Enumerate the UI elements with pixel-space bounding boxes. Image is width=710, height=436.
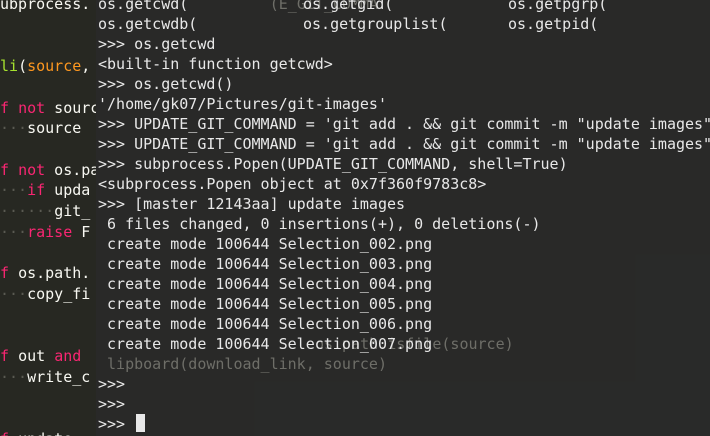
terminal-line: >>> — [98, 395, 135, 413]
code-token: ubprocess. — [0, 0, 91, 13]
code-token: ( — [18, 57, 28, 76]
code-token: ··· — [0, 367, 28, 386]
code-token: not — [18, 98, 46, 117]
code-token: f — [0, 98, 19, 117]
code-token: if — [27, 181, 46, 200]
editor-line: ···write_c — [0, 367, 90, 387]
code-token: os.pa — [45, 160, 96, 179]
terminal-line: <built-in function getcwd> — [98, 55, 333, 73]
code-token: , — [81, 57, 91, 76]
completion-item[interactable]: os.getgrouplist( — [303, 14, 508, 34]
editor-line: ······git_ — [0, 201, 90, 221]
completion-item[interactable]: os.getcwd( — [98, 0, 303, 14]
completion-row: os.getcwdb(os.getgrouplist(os.getpid( — [96, 14, 710, 34]
editor-line: f out and — [0, 346, 81, 366]
code-token: os.path. — [18, 264, 91, 283]
code-token: f — [0, 160, 19, 179]
prompt: >>> — [98, 415, 135, 433]
code-token: sourc — [45, 98, 96, 117]
editor-line: f update: — [0, 429, 81, 436]
completion-item[interactable]: os.getgid( — [303, 0, 508, 14]
editor-line: ···raise F — [0, 222, 90, 242]
editor-line: ···copy_fi — [0, 284, 90, 304]
terminal-line: create mode 100644 Selection_006.png — [98, 315, 433, 333]
editor-line: f not os.pa — [0, 160, 96, 180]
terminal-line: >>> — [98, 375, 135, 393]
terminal-line: >>> [master 12143aa] update images — [98, 195, 406, 213]
code-token: f — [0, 264, 19, 283]
terminal-line: >>> os.getcwd() — [98, 75, 234, 93]
code-token: li — [0, 57, 19, 76]
terminal-line: create mode 100644 Selection_003.png — [98, 255, 433, 273]
code-token: ··· — [0, 222, 28, 241]
terminal-line: >>> subprocess.Popen(UPDATE_GIT_COMMAND,… — [98, 155, 568, 173]
code-token: and — [54, 346, 82, 365]
terminal-line: '/home/gk07/Pictures/git-images' — [98, 95, 387, 113]
editor-line: ···if upda — [0, 180, 90, 200]
editor-line: f os.path. — [0, 263, 90, 283]
code-token: write_c — [27, 367, 91, 386]
terminal-line: >>> UPDATE_GIT_COMMAND = 'git add . && g… — [98, 115, 710, 133]
editor-pane[interactable]: ubprocess. li(source, f not sourc ···source… — [0, 0, 96, 436]
completion-item[interactable]: os.getpid( — [508, 15, 598, 33]
code-token: not — [18, 160, 46, 179]
terminal-line: >>> UPDATE_GIT_COMMAND = 'git add . && g… — [98, 135, 710, 153]
code-token: raise — [27, 222, 73, 241]
editor-line: ···source — [0, 118, 81, 138]
code-token: ··· — [0, 119, 28, 138]
code-token: copy_fi — [27, 284, 91, 303]
editor-line: ubprocess. — [0, 0, 90, 14]
code-token: upda — [45, 181, 91, 200]
terminal-output: os.getcwd(os.getgid(os.getpgrp( os.getcw… — [96, 0, 710, 434]
terminal-line: <subprocess.Popen object at 0x7f360f9783… — [98, 175, 487, 193]
terminal-line: >>> os.getcwd — [98, 35, 216, 53]
code-token: ··· — [0, 181, 28, 200]
code-token: ··· — [0, 284, 28, 303]
terminal-line: create mode 100644 Selection_004.png — [98, 275, 433, 293]
code-token: source — [27, 119, 82, 138]
code-token: f — [0, 346, 19, 365]
completion-item[interactable]: os.getcwdb( — [98, 14, 303, 34]
terminal-line: create mode 100644 Selection_005.png — [98, 295, 433, 313]
terminal-line: create mode 100644 Selection_002.png — [98, 235, 433, 253]
terminal-line: 6 files changed, 0 insertions(+), 0 dele… — [98, 215, 541, 233]
terminal-window[interactable]: os.path.isfile(source) lipboard(download_… — [96, 0, 710, 436]
code-token: out — [18, 346, 55, 365]
code-token: git_ — [54, 202, 91, 220]
code-token: F — [72, 222, 91, 241]
editor-line: f not sourc — [0, 98, 96, 118]
code-token: f — [0, 430, 18, 436]
terminal-line: create mode 100644 Selection_007.png — [98, 335, 433, 353]
completion-row: os.getcwd(os.getgid(os.getpgrp( — [96, 0, 710, 14]
code-token: source — [27, 57, 82, 76]
input-line[interactable]: >>> — [96, 414, 710, 434]
completion-item[interactable]: os.getpgrp( — [508, 0, 607, 13]
code-token: ······ — [0, 202, 55, 220]
code-token: update: — [18, 430, 81, 436]
text-cursor — [136, 414, 146, 432]
editor-line: li(source, — [0, 56, 90, 76]
